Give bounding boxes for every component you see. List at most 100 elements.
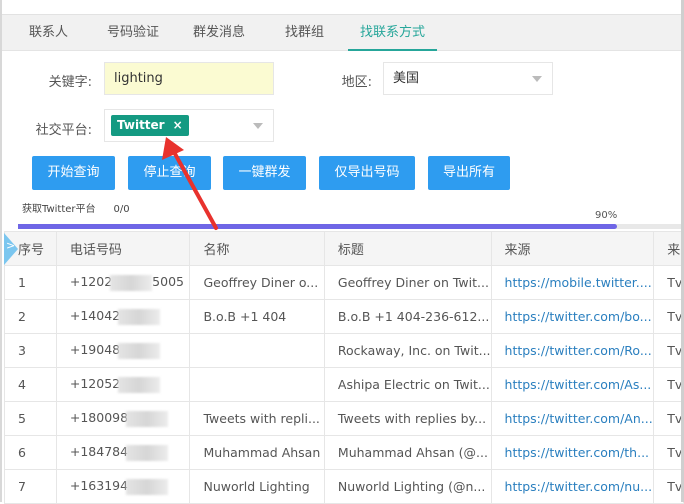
cell-index: 4 bbox=[4, 367, 57, 402]
tab-find-groups[interactable]: 找群组 bbox=[285, 15, 324, 51]
cell-phone: +1202 5005 bbox=[55, 265, 191, 300]
cell-index: 5 bbox=[4, 401, 57, 436]
cell-extra: Tv bbox=[653, 469, 684, 504]
cell-index: 6 bbox=[4, 435, 57, 470]
tab-number-verify[interactable]: 号码验证 bbox=[107, 15, 159, 51]
chevron-down-icon bbox=[253, 123, 263, 129]
chevron-down-icon bbox=[532, 76, 542, 82]
cell-source[interactable]: https://twitter.com/Ro... bbox=[490, 333, 655, 368]
tab-find-contact-info[interactable]: 找联系方式 bbox=[347, 15, 438, 51]
redacted-blur bbox=[126, 410, 169, 427]
cell-extra: Tv bbox=[653, 401, 684, 436]
table-row[interactable]: 6 +184784 Muhammad Ahsan Muhammad Ahsan (@.… bbox=[4, 435, 684, 470]
cell-source[interactable]: https://twitter.com/bo... bbox=[490, 299, 655, 334]
start-query-button[interactable]: 开始查询 bbox=[32, 156, 115, 190]
redacted-blur bbox=[118, 342, 161, 359]
region-label: 地区: bbox=[341, 75, 372, 90]
phone-prefix: +180098 bbox=[69, 410, 129, 426]
cell-phone: +19048 bbox=[55, 333, 191, 368]
app-window: 联系人 号码验证 群发消息 找群组 找联系方式 关键字: lighting 地区… bbox=[0, 0, 684, 504]
header-extra[interactable]: 来 bbox=[653, 231, 684, 266]
title-bar bbox=[2, 0, 684, 15]
cell-phone: +180098 bbox=[55, 401, 191, 436]
cell-name: Tweets with repli... bbox=[189, 401, 325, 436]
cell-name: Geoffrey Diner o... bbox=[189, 265, 325, 300]
cell-name bbox=[189, 367, 325, 402]
cell-source[interactable]: https://twitter.com/th... bbox=[490, 435, 655, 470]
results-table: 序号 电话号码 名称 标题 来源 来 1 +1202 5005 Geoffrey Di… bbox=[4, 231, 684, 504]
header-phone[interactable]: 电话号码 bbox=[55, 231, 191, 266]
export-numbers-button[interactable]: 仅导出号码 bbox=[319, 156, 415, 190]
header-title[interactable]: 标题 bbox=[323, 231, 492, 266]
keyword-label: 关键字: bbox=[48, 75, 92, 90]
table-row[interactable]: 7 +163194 Nuworld Lighting Nuworld Lighting… bbox=[4, 469, 684, 504]
cell-extra: Tv bbox=[653, 265, 684, 300]
platform-select[interactable]: Twitter × bbox=[104, 109, 274, 142]
header-source[interactable]: 来源 bbox=[490, 231, 655, 266]
tab-broadcast[interactable]: 群发消息 bbox=[193, 15, 245, 51]
platform-label: 社交平台: bbox=[35, 123, 92, 138]
progress-fill bbox=[18, 224, 617, 229]
stop-query-button[interactable]: 停止查询 bbox=[128, 156, 211, 190]
cell-phone: +184784 bbox=[55, 435, 191, 470]
cell-source[interactable]: https://twitter.com/nu... bbox=[490, 469, 655, 504]
progress-bar bbox=[18, 224, 683, 229]
cell-title: B.o.B +1 404-236-612... bbox=[323, 299, 492, 334]
cell-source[interactable]: https://twitter.com/An... bbox=[490, 401, 655, 436]
region-select[interactable]: 美国 bbox=[383, 62, 553, 95]
cell-index: 2 bbox=[4, 299, 57, 334]
export-all-button[interactable]: 导出所有 bbox=[428, 156, 510, 190]
platform-tag-label: Twitter bbox=[117, 118, 165, 132]
table-header-row: 序号 电话号码 名称 标题 来源 来 bbox=[4, 231, 684, 266]
phone-prefix: +12052 bbox=[69, 376, 121, 392]
cell-title: Nuworld Lighting (@n... bbox=[323, 469, 492, 504]
table-row[interactable]: 1 +1202 5005 Geoffrey Diner o... Geoffrey Di… bbox=[4, 265, 684, 300]
redacted-blur bbox=[118, 308, 161, 325]
phone-prefix: +14042 bbox=[69, 308, 121, 324]
cell-phone: +12052 bbox=[55, 367, 191, 402]
tab-bar: 联系人 号码验证 群发消息 找群组 找联系方式 bbox=[2, 15, 683, 51]
status-count: 0/0 bbox=[113, 204, 130, 215]
redacted-blur bbox=[118, 376, 161, 393]
platform-tag: Twitter × bbox=[111, 115, 189, 136]
progress-percent: 90% bbox=[595, 210, 618, 221]
header-name[interactable]: 名称 bbox=[189, 231, 325, 266]
keyword-input[interactable]: lighting bbox=[104, 62, 274, 95]
table-row[interactable]: 2 +14042 B.o.B +1 404 B.o.B +1 404-236-612.… bbox=[4, 299, 684, 334]
redacted-blur bbox=[126, 478, 169, 495]
status-line: 获取Twitter平台 0/0 bbox=[22, 200, 130, 215]
redacted-blur bbox=[126, 444, 169, 461]
phone-prefix: +19048 bbox=[69, 342, 121, 358]
phone-prefix: +1202 bbox=[69, 274, 113, 290]
cell-title: Tweets with replies by... bbox=[323, 401, 492, 436]
cell-title: Muhammad Ahsan (@... bbox=[323, 435, 492, 470]
cell-name: Muhammad Ahsan bbox=[189, 435, 325, 470]
cell-phone: +14042 bbox=[55, 299, 191, 334]
cell-name bbox=[189, 333, 325, 368]
phone-prefix: +184784 bbox=[69, 444, 129, 460]
table-row[interactable]: 5 +180098 Tweets with repli... Tweets with … bbox=[4, 401, 684, 436]
cell-index: 3 bbox=[4, 333, 57, 368]
cell-title: Ashipa Electric on Twit... bbox=[323, 367, 492, 402]
region-value: 美国 bbox=[393, 71, 420, 86]
table-row[interactable]: 4 +12052 Ashipa Electric on Twit... https:/… bbox=[4, 367, 684, 402]
cell-phone: +163194 bbox=[55, 469, 191, 504]
cell-title: Geoffrey Diner on Twit... bbox=[323, 265, 492, 300]
cell-index: 7 bbox=[4, 469, 57, 504]
cell-name: B.o.B +1 404 bbox=[189, 299, 325, 334]
cell-title: Rockaway, Inc. on Twit... bbox=[323, 333, 492, 368]
cell-extra: Tv bbox=[653, 299, 684, 334]
close-icon[interactable]: × bbox=[173, 118, 183, 132]
cell-source[interactable]: https://twitter.com/As... bbox=[490, 367, 655, 402]
tab-contacts[interactable]: 联系人 bbox=[29, 15, 68, 51]
table-row[interactable]: 3 +19048 Rockaway, Inc. on Twit... https://… bbox=[4, 333, 684, 368]
phone-suffix: 5005 bbox=[152, 274, 184, 290]
cell-extra: Tv bbox=[653, 435, 684, 470]
broadcast-button[interactable]: 一键群发 bbox=[223, 156, 306, 190]
redacted-blur bbox=[110, 274, 153, 291]
status-text: 获取Twitter平台 bbox=[22, 204, 96, 215]
cell-extra: Tv bbox=[653, 367, 684, 402]
cell-source[interactable]: https://mobile.twitter.... bbox=[490, 265, 655, 300]
cell-index: 1 bbox=[4, 265, 57, 300]
phone-prefix: +163194 bbox=[69, 478, 129, 494]
